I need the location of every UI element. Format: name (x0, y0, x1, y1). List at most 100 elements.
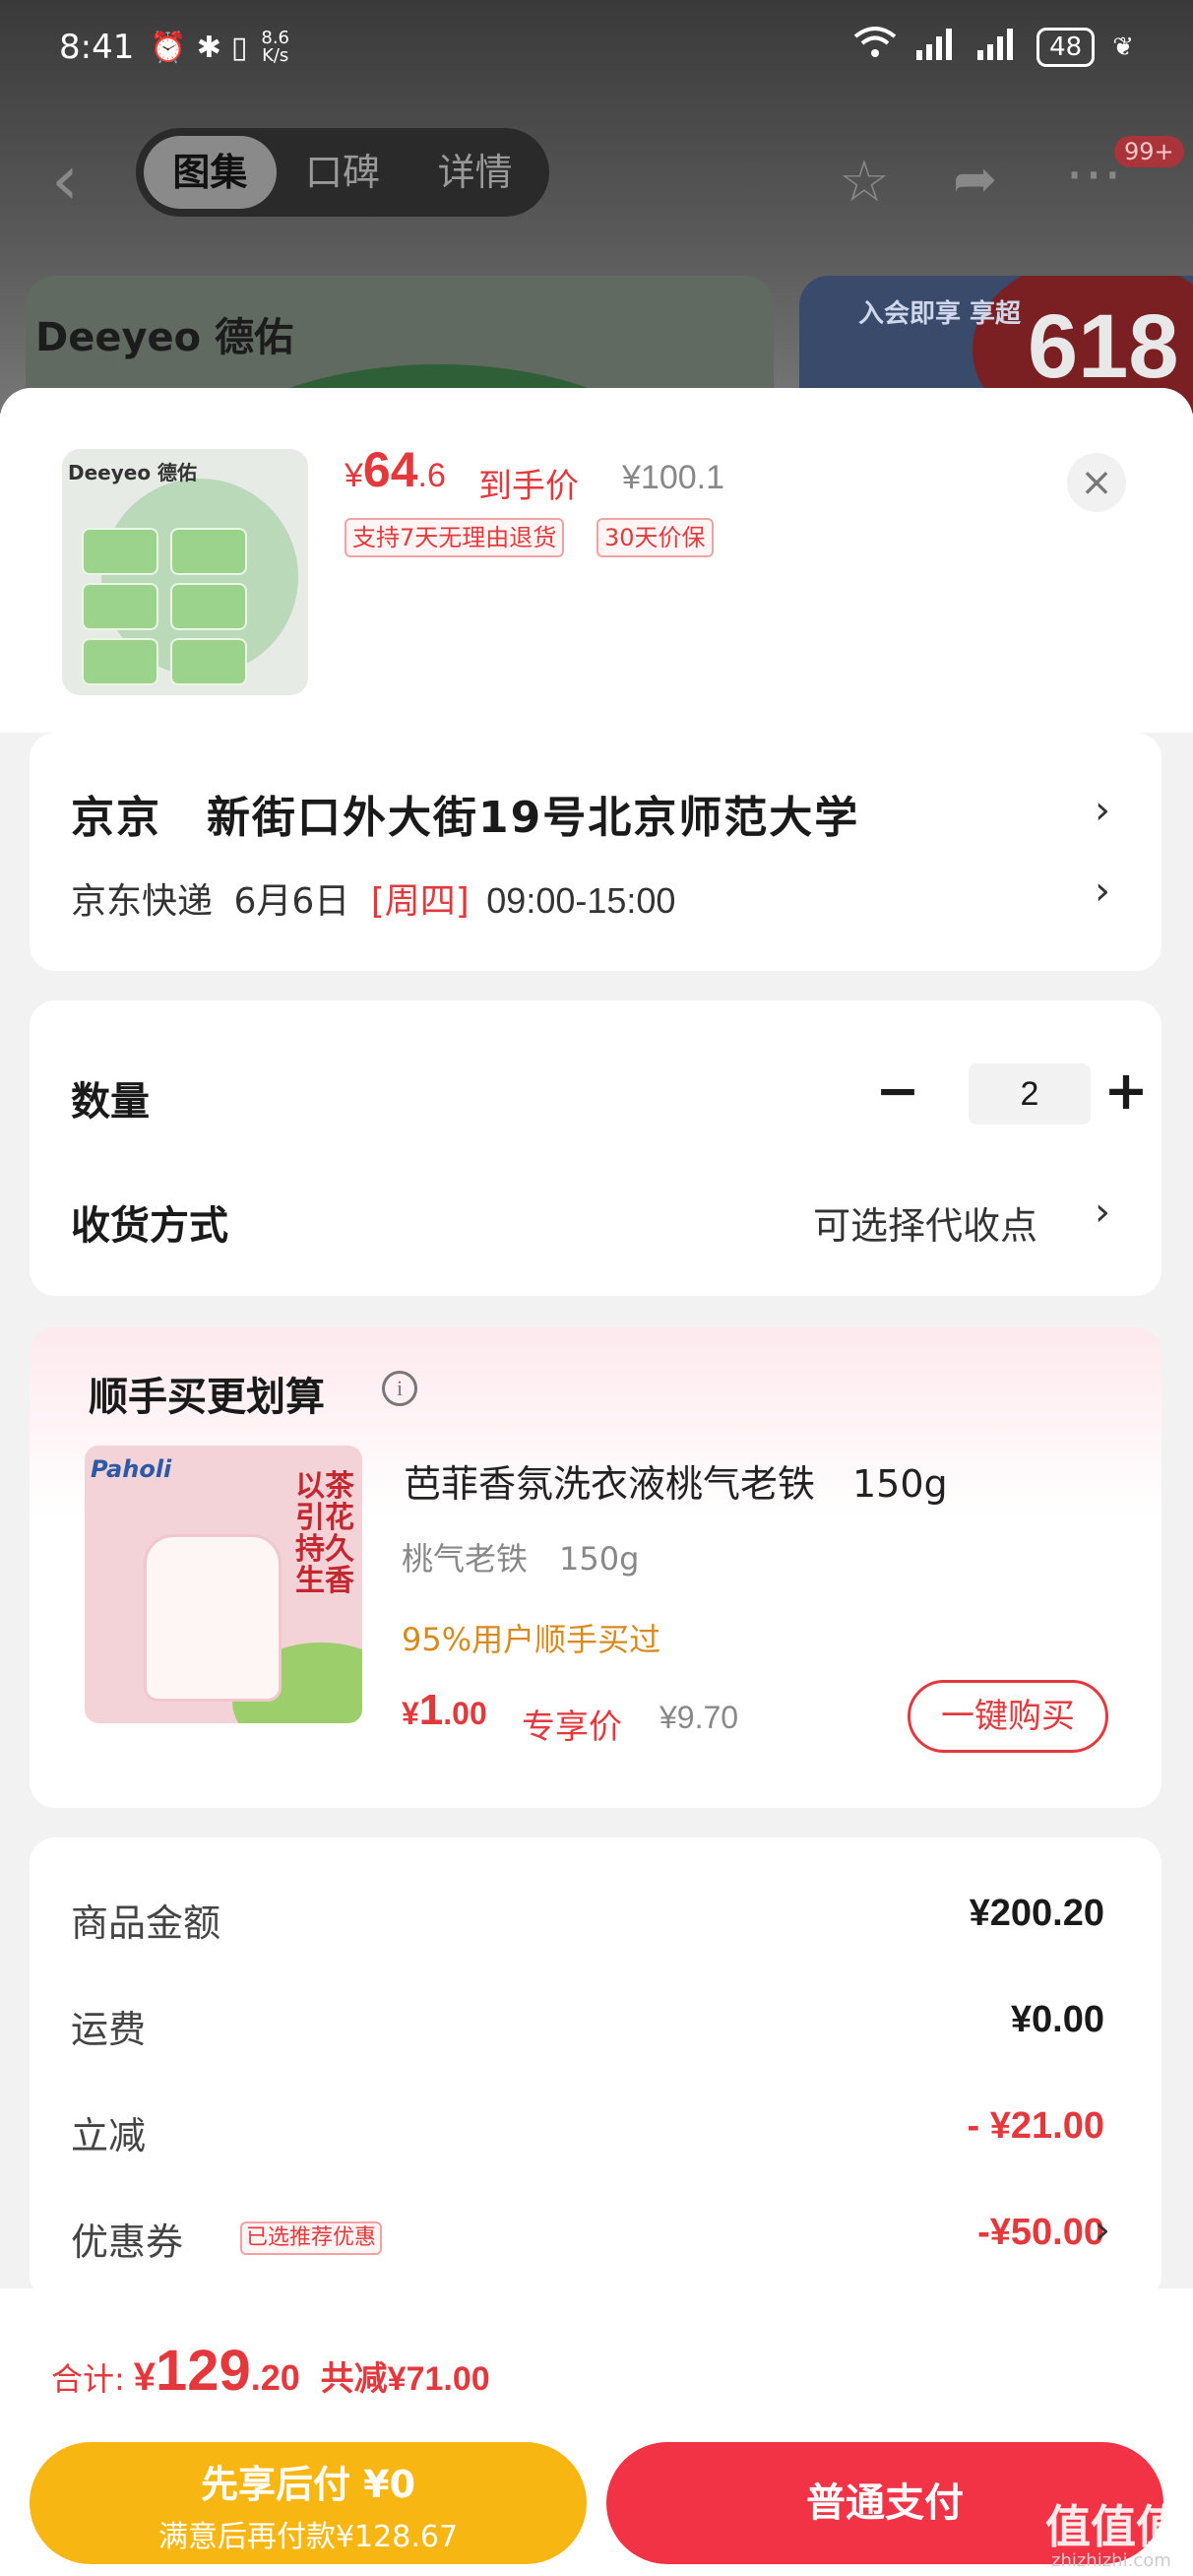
vibrate-icon: ▯ (230, 30, 248, 65)
pay-later-title: 先享后付 ¥0 (200, 2463, 416, 2506)
total-currency: ¥ (133, 2355, 156, 2399)
carrier: 京东快递 (71, 881, 214, 922)
info-icon[interactable]: i (382, 1371, 417, 1406)
status-bar: 8:41 ⏰ ✱ ▯ 8.6 K/s 48 ❦ (0, 0, 1193, 95)
upsell-price-currency: ¥ (402, 1696, 419, 1731)
alarm-icon: ⏰ (150, 30, 187, 65)
watermark-site: zhizhizhi.com (1051, 2550, 1171, 2571)
deal-price: ¥64.6 (345, 441, 446, 498)
delivery-date: 6月6日 (233, 881, 350, 922)
summary-value: - ¥21.00 (967, 2105, 1104, 2147)
top-nav: ‹ 图集 口碑 详情 ☆ ➦ ⋯ 99+ (0, 128, 1193, 232)
upsell-price: ¥1.00 (402, 1686, 487, 1735)
bottle-shape (144, 1534, 282, 1702)
pack-shape (82, 583, 158, 630)
promo-618: 618 (1028, 296, 1179, 397)
quantity-value[interactable]: 2 (969, 1063, 1091, 1125)
watermark: 值值值 (1045, 2500, 1181, 2553)
upsell-poem: 以茶引花 持久生香 (295, 1469, 354, 1598)
bluetooth-icon: ✱ (196, 30, 221, 65)
signal-icon (914, 27, 958, 69)
coupon-pill: 已选推荐优惠 (240, 2222, 383, 2255)
upsell-product-image[interactable]: Paholi 以茶引花 持久生香 (85, 1446, 362, 1723)
quantity-card: 数量 − 2 + 收货方式 可选择代收点 › (30, 1000, 1162, 1296)
quantity-label: 数量 (71, 1079, 150, 1125)
tab-gallery[interactable]: 图集 (144, 136, 277, 209)
pay-later-subtitle: 满意后再付款¥128.67 (157, 2520, 459, 2554)
upsell-bought: 95%用户顺手买过 (402, 1621, 661, 1658)
summary-row: 商品金额 ¥200.20 (71, 1893, 1104, 1952)
leaf-icon: ❦ (1112, 32, 1134, 62)
quantity-stepper: − 2 + (868, 1063, 1149, 1125)
upsell-price-label: 专享价 (522, 1707, 622, 1747)
status-time: 8:41 (59, 28, 135, 67)
product-thumbnail: Deeyeo 德佑 (62, 449, 308, 695)
increase-button[interactable]: + (1097, 1063, 1156, 1125)
back-icon[interactable]: ‹ (51, 146, 79, 215)
tab-group: 图集 口碑 详情 (136, 128, 549, 217)
address-line: 京京 新街口外大街19号北京师范大学 (71, 793, 860, 843)
one-click-buy-button[interactable]: 一键购买 (908, 1680, 1108, 1753)
delivery-method-label: 收货方式 (71, 1203, 228, 1249)
battery-indicator: 48 (1036, 28, 1096, 67)
signal-icon (975, 27, 1019, 69)
price-int: 64 (362, 442, 418, 497)
price-dec: .6 (417, 457, 446, 494)
status-right: 48 ❦ (853, 26, 1134, 69)
original-price: ¥100.1 (622, 459, 724, 496)
net-speed: 8.6 K/s (261, 30, 289, 65)
upsell-brand: Paholi (91, 1455, 172, 1483)
chevron-right-icon: › (1095, 869, 1110, 914)
pack-shape (170, 528, 247, 575)
close-icon: × (1080, 460, 1113, 505)
summary-label: 商品金额 (71, 1901, 221, 1945)
tab-details[interactable]: 详情 (408, 136, 541, 209)
total-saved: 共减¥71.00 (320, 2360, 490, 2398)
pay-later-button[interactable]: 先享后付 ¥0 满意后再付款¥128.67 (30, 2442, 587, 2564)
pack-shape (170, 638, 247, 685)
pack-shape (170, 583, 247, 630)
chevron-right-icon[interactable]: › (1095, 1190, 1110, 1235)
tab-reviews[interactable]: 口碑 (277, 136, 409, 209)
upsell-heading: 顺手买更划算 (89, 1375, 325, 1420)
total-int: 129 (155, 2339, 251, 2403)
thumb-brand: Deeyeo 德佑 (68, 461, 198, 484)
total-label: 合计: (51, 2360, 125, 2398)
summary-value: -¥50.00 (977, 2212, 1104, 2253)
return-policy-tag: 支持7天无理由退货 (345, 518, 565, 557)
pack-shape (82, 638, 158, 685)
summary-row: 立减 - ¥21.00 (71, 2105, 1104, 2164)
upsell-price-dec: .00 (443, 1696, 487, 1731)
checkout-bar: 合计: ¥129.20 共减¥71.00 先享后付 ¥0 满意后再付款¥128.… (0, 2288, 1193, 2576)
chevron-right-icon[interactable]: › (1095, 2208, 1110, 2253)
delivery-method-value[interactable]: 可选择代收点 (813, 1195, 1037, 1250)
member-promo-text: 入会即享 享超 (858, 299, 1022, 329)
delivery-weekday: [周四] (370, 881, 470, 922)
upsell-card: 顺手买更划算 i Paholi 以茶引花 持久生香 芭菲香氛洗衣液桃气老铁 15… (30, 1327, 1162, 1808)
upsell-spec: 桃气老铁 150g (402, 1540, 640, 1578)
decrease-button[interactable]: − (868, 1063, 927, 1125)
upsell-title[interactable]: 芭菲香氛洗衣液桃气老铁 150g (404, 1453, 948, 1508)
wifi-icon (853, 26, 897, 69)
coupon-row[interactable]: 优惠券 已选推荐优惠 -¥50.00 (71, 2212, 1104, 2271)
total-dec: .20 (250, 2357, 300, 2398)
address-card[interactable]: 京京 新街口外大街19号北京师范大学 › 京东快递 6月6日 [周四] 09:0… (30, 733, 1162, 971)
deal-price-label: 到手价 (478, 467, 579, 506)
summary-value: ¥200.20 (969, 1893, 1104, 1934)
price-protect-tag: 30天价保 (596, 518, 714, 557)
brand-logo: Deeyeo 德佑 (35, 315, 294, 360)
pack-shape (82, 528, 158, 575)
summary-row: 运费 ¥0.00 (71, 1999, 1104, 2058)
share-icon[interactable]: ➦ (953, 148, 997, 210)
upsell-price-int: 1 (418, 1686, 444, 1734)
price-summary-card: 商品金额 ¥200.20 运费 ¥0.00 立减 - ¥21.00 优惠券 已选… (30, 1837, 1162, 2300)
delivery-info: 京东快递 6月6日 [周四] 09:00-15:00 (71, 872, 675, 924)
message-badge: 99+ (1114, 136, 1184, 167)
summary-label: 优惠券 (71, 2221, 184, 2264)
summary-label: 运费 (71, 2008, 147, 2051)
upsell-original-price: ¥9.70 (659, 1700, 739, 1735)
close-button[interactable]: × (1067, 453, 1126, 512)
summary-label: 立减 (71, 2114, 147, 2157)
favorite-star-icon[interactable]: ☆ (839, 148, 890, 215)
price-currency: ¥ (345, 457, 363, 494)
